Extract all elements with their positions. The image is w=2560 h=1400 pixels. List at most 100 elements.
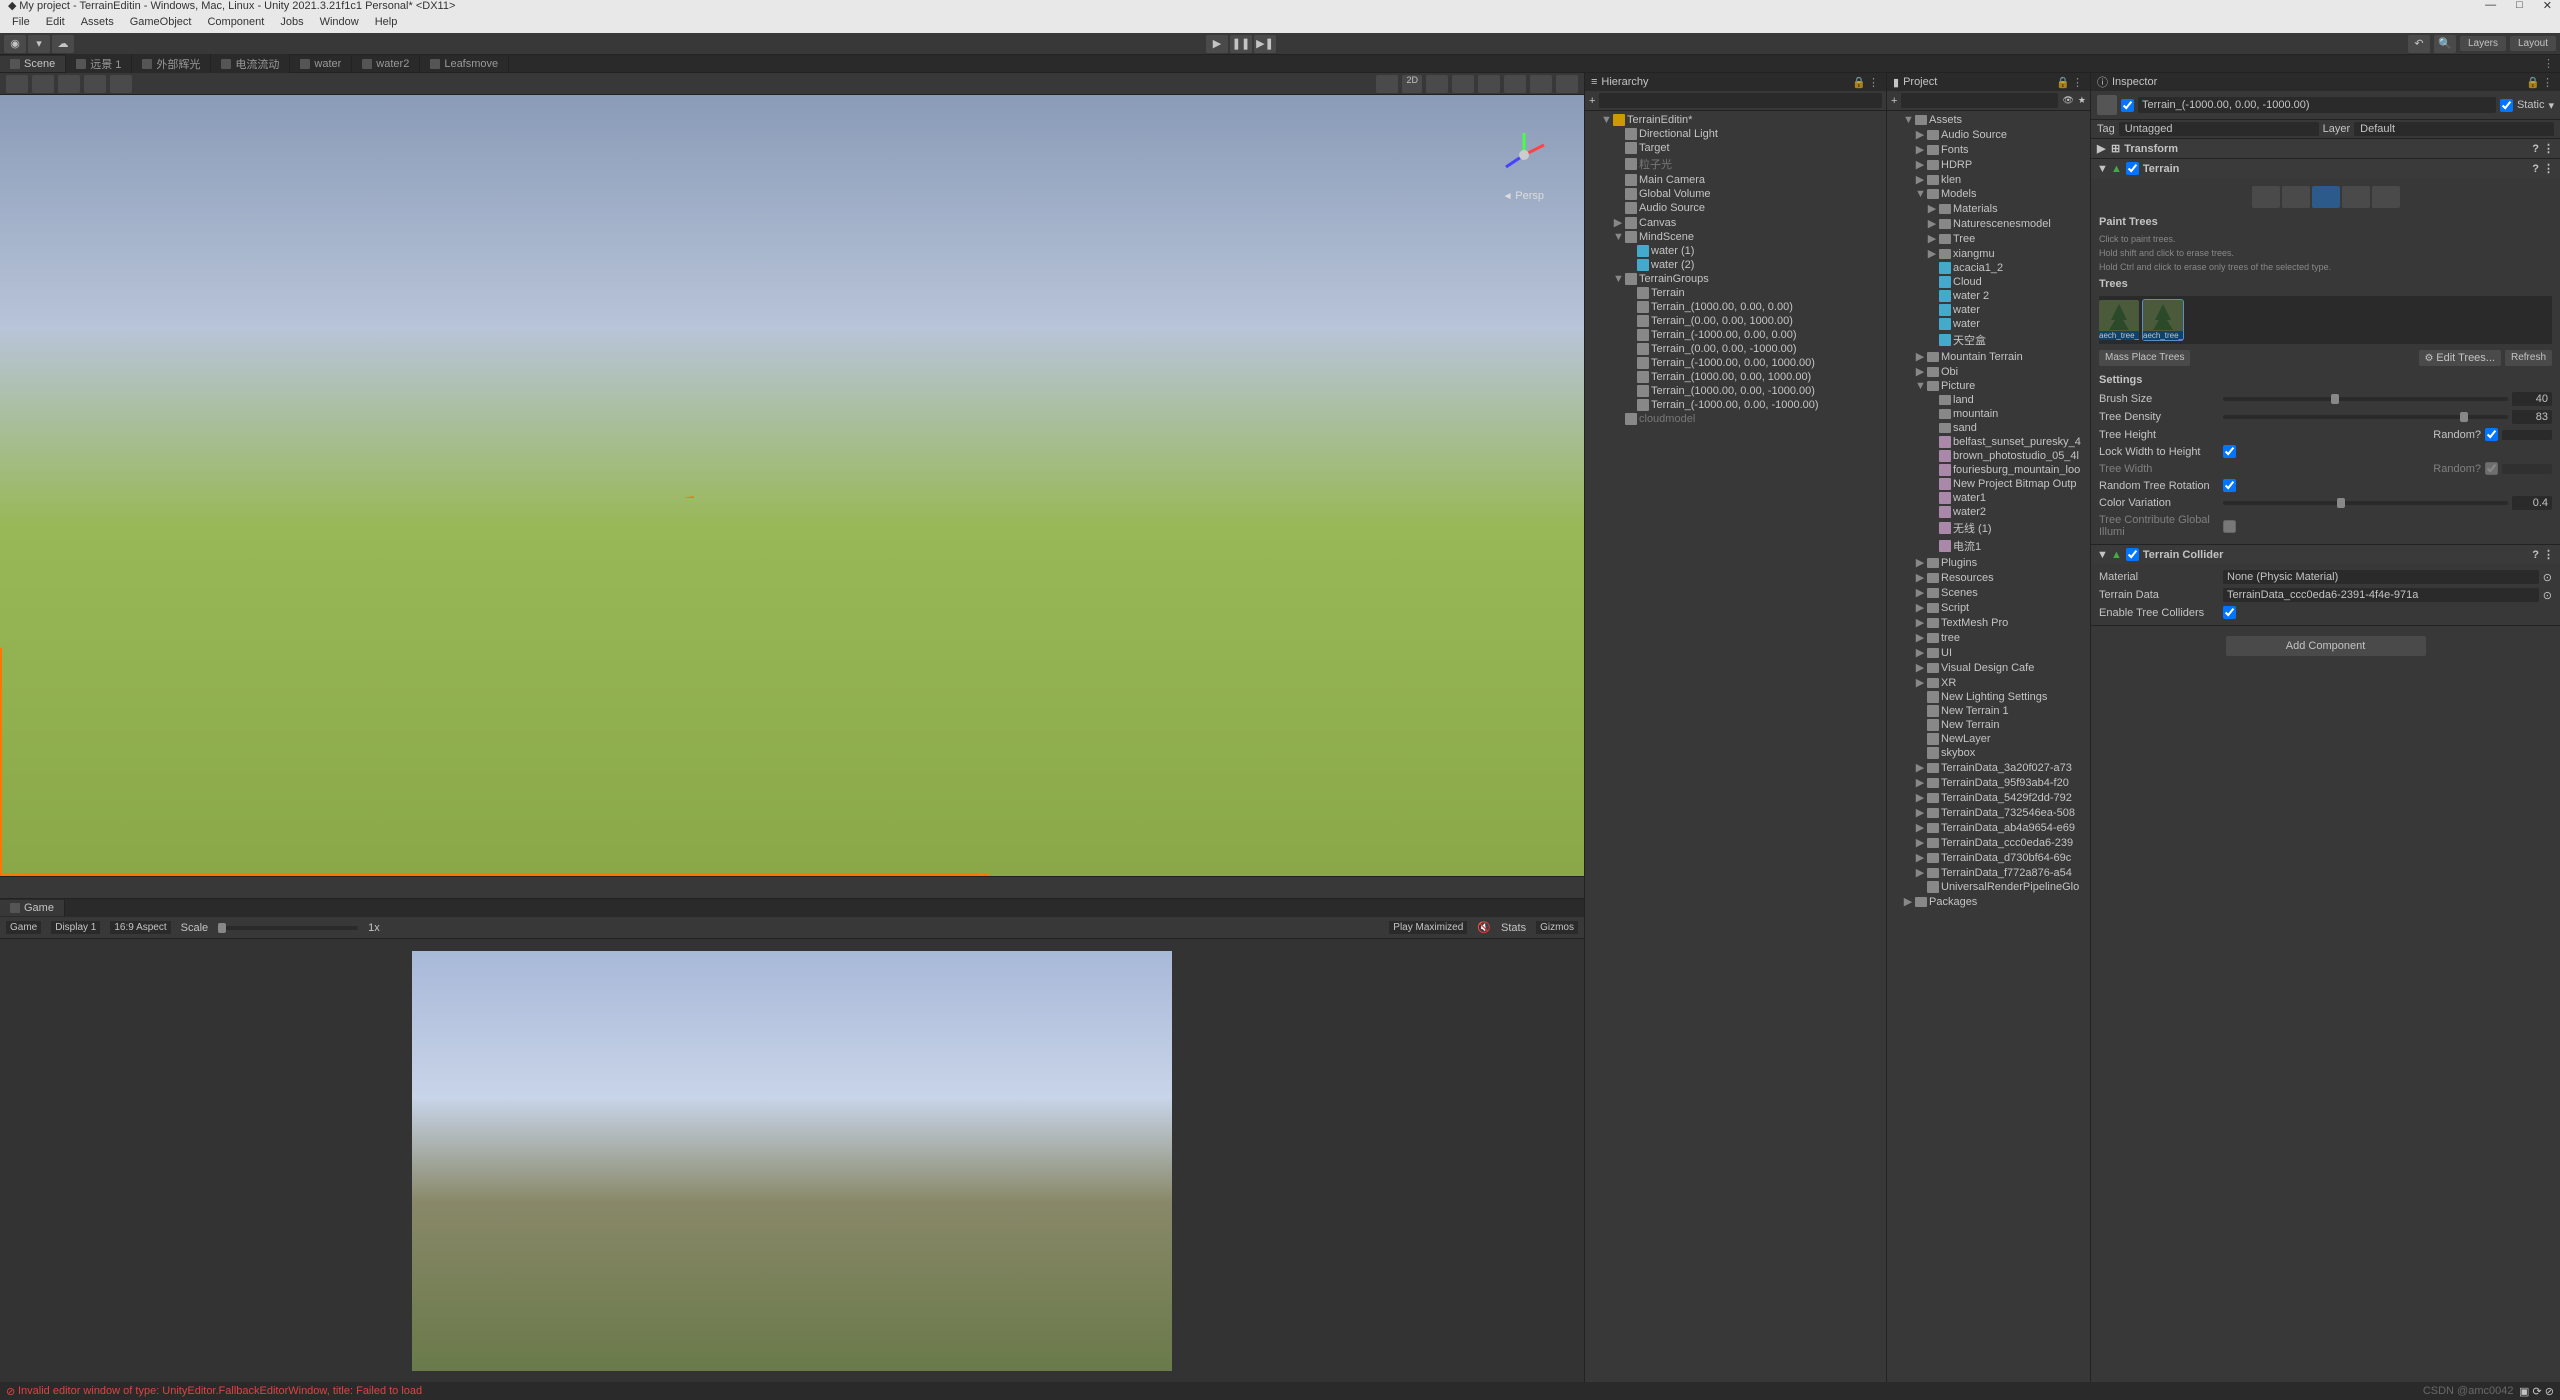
fx-toggle[interactable] — [1478, 75, 1500, 93]
orientation-gizmo[interactable] — [1494, 125, 1554, 185]
project-item[interactable]: ▶XR — [1887, 675, 2090, 690]
hierarchy-item[interactable]: Terrain_(0.00, 0.00, -1000.00) — [1585, 342, 1886, 356]
tab-yuanjing[interactable]: 远景 1 — [66, 54, 132, 74]
project-item[interactable]: ▶TerrainData_3a20f027-a73 — [1887, 760, 2090, 775]
handle-button[interactable] — [110, 75, 132, 93]
step-button[interactable]: ▶❚ — [1254, 35, 1276, 53]
project-item[interactable]: ▶Script — [1887, 600, 2090, 615]
project-item[interactable]: fouriesburg_mountain_loo — [1887, 463, 2090, 477]
tag-dropdown[interactable]: Untagged — [2119, 122, 2319, 136]
hierarchy-add-button[interactable]: + — [1589, 95, 1595, 107]
project-packages[interactable]: ▶Packages — [1887, 894, 2090, 909]
2d-toggle[interactable]: 2D — [1402, 75, 1422, 93]
gameobject-name[interactable]: Terrain_(-1000.00, 0.00, -1000.00) — [2138, 97, 2496, 113]
project-item[interactable]: ▶klen — [1887, 172, 2090, 187]
snap-button[interactable] — [84, 75, 106, 93]
play-button[interactable]: ▶ — [1206, 35, 1228, 53]
project-item[interactable]: ▶Plugins — [1887, 555, 2090, 570]
project-item[interactable]: 无线 (1) — [1887, 519, 2090, 537]
refresh-button[interactable]: Refresh — [2505, 350, 2552, 366]
tree-height-random-checkbox[interactable] — [2485, 428, 2498, 441]
terrain-enabled-checkbox[interactable] — [2126, 162, 2139, 175]
stats-button[interactable]: Stats — [1501, 922, 1526, 934]
gizmos-dropdown[interactable]: Gizmos — [1536, 921, 1578, 934]
project-item[interactable]: 电流1 — [1887, 537, 2090, 555]
terrain-settings-button[interactable] — [2372, 186, 2400, 208]
project-filter-icon[interactable]: 👁 — [2062, 95, 2073, 106]
minimize-button[interactable]: — — [2485, 0, 2496, 12]
game-dropdown[interactable]: Game — [6, 921, 41, 934]
close-button[interactable]: ✕ — [2543, 0, 2552, 12]
project-item[interactable]: 天空盒 — [1887, 331, 2090, 349]
error-message[interactable]: Invalid editor window of type: UnityEdit… — [18, 1385, 422, 1397]
aspect-dropdown[interactable]: 16:9 Aspect — [110, 921, 170, 934]
add-component-button[interactable]: Add Component — [2226, 636, 2426, 656]
hierarchy-root[interactable]: ▼TerrainEditin* — [1585, 113, 1886, 127]
account-button[interactable]: ◉ — [4, 35, 26, 53]
project-item[interactable]: acacia1_2 — [1887, 261, 2090, 275]
project-item[interactable]: mountain — [1887, 407, 2090, 421]
color-variation-slider[interactable] — [2223, 501, 2508, 505]
project-item[interactable]: UniversalRenderPipelineGlo — [1887, 880, 2090, 894]
brush-size-slider[interactable] — [2223, 397, 2508, 401]
undo-history-button[interactable]: ↶ — [2408, 35, 2430, 53]
hierarchy-menu-icon[interactable]: ⋮ — [1868, 76, 1880, 88]
terrain-sculpt-button[interactable] — [2282, 186, 2310, 208]
project-item[interactable]: water1 — [1887, 491, 2090, 505]
audio-toggle[interactable] — [1452, 75, 1474, 93]
project-item[interactable]: ▼Picture — [1887, 379, 2090, 393]
hierarchy-item[interactable]: Terrain_(1000.00, 0.00, 0.00) — [1585, 300, 1886, 314]
cloud-button[interactable]: ☁ — [52, 35, 74, 53]
tab-waibu[interactable]: 外部辉光 — [132, 54, 211, 74]
hierarchy-item[interactable]: ▼TerrainGroups — [1585, 272, 1886, 286]
project-item[interactable]: New Terrain 1 — [1887, 704, 2090, 718]
project-item[interactable]: ▼Models — [1887, 187, 2090, 201]
camera-button[interactable] — [1376, 75, 1398, 93]
hierarchy-item[interactable]: Main Camera — [1585, 173, 1886, 187]
status-icons[interactable]: ▣ ⟳ ⊘ — [2519, 1385, 2554, 1398]
terrain-collider-header[interactable]: ▼ ▲ Terrain Collider ? ⋮ — [2091, 545, 2560, 564]
scale-slider[interactable] — [218, 926, 358, 930]
project-item[interactable]: ▶TerrainData_95f93ab4-f20 — [1887, 775, 2090, 790]
transform-menu-icon[interactable]: ⋮ — [2543, 142, 2554, 155]
project-item[interactable]: ▶TerrainData_732546ea-508 — [1887, 805, 2090, 820]
scene-view[interactable]: ◄ Persp — [0, 95, 1584, 876]
terrain-menu-icon[interactable]: ⋮ — [2543, 162, 2554, 175]
project-item[interactable]: brown_photostudio_05_4l — [1887, 449, 2090, 463]
project-item[interactable]: ▶TerrainData_f772a876-a54 — [1887, 865, 2090, 880]
enable-colliders-checkbox[interactable] — [2223, 606, 2236, 619]
project-item[interactable]: NewLayer — [1887, 732, 2090, 746]
hierarchy-item[interactable]: Terrain_(-1000.00, 0.00, -1000.00) — [1585, 398, 1886, 412]
terrain-neighbors-button[interactable] — [2252, 186, 2280, 208]
tree-density-slider[interactable] — [2223, 415, 2508, 419]
hierarchy-item[interactable]: 粒子光 — [1585, 155, 1886, 173]
project-item[interactable]: New Lighting Settings — [1887, 690, 2090, 704]
hierarchy-item[interactable]: Global Volume — [1585, 187, 1886, 201]
hierarchy-item[interactable]: Terrain_(1000.00, 0.00, 1000.00) — [1585, 370, 1886, 384]
terrain-collider-help-icon[interactable]: ? — [2532, 549, 2539, 561]
menu-jobs[interactable]: Jobs — [272, 16, 311, 28]
project-item[interactable]: ▶xiangmu — [1887, 246, 2090, 261]
project-item[interactable]: ▶TextMesh Pro — [1887, 615, 2090, 630]
project-item[interactable]: water 2 — [1887, 289, 2090, 303]
hierarchy-item[interactable]: water (2) — [1585, 258, 1886, 272]
inspector-menu-icon[interactable]: ⋮ — [2542, 76, 2554, 88]
project-item[interactable]: skybox — [1887, 746, 2090, 760]
tree-density-value[interactable]: 83 — [2512, 410, 2552, 424]
maximize-button[interactable]: □ — [2516, 0, 2523, 12]
play-maximized[interactable]: Play Maximized — [1389, 921, 1467, 934]
hierarchy-item[interactable]: Audio Source — [1585, 201, 1886, 215]
project-item[interactable]: ▶Scenes — [1887, 585, 2090, 600]
project-item[interactable]: water — [1887, 317, 2090, 331]
debug-toggle[interactable] — [1504, 75, 1526, 93]
transform-header[interactable]: ▶ ⊞ Transform ? ⋮ — [2091, 139, 2560, 158]
light-toggle[interactable] — [1426, 75, 1448, 93]
project-fav-icon[interactable]: ★ — [2078, 95, 2086, 106]
menu-edit[interactable]: Edit — [38, 16, 73, 28]
menu-assets[interactable]: Assets — [73, 16, 122, 28]
terrain-header[interactable]: ▼ ▲ Terrain ? ⋮ — [2091, 159, 2560, 178]
layout-dropdown[interactable]: Layout — [2510, 36, 2556, 51]
menu-help[interactable]: Help — [367, 16, 406, 28]
terrain-collider-menu-icon[interactable]: ⋮ — [2543, 548, 2554, 561]
project-item[interactable]: ▶Naturescenesmodel — [1887, 216, 2090, 231]
